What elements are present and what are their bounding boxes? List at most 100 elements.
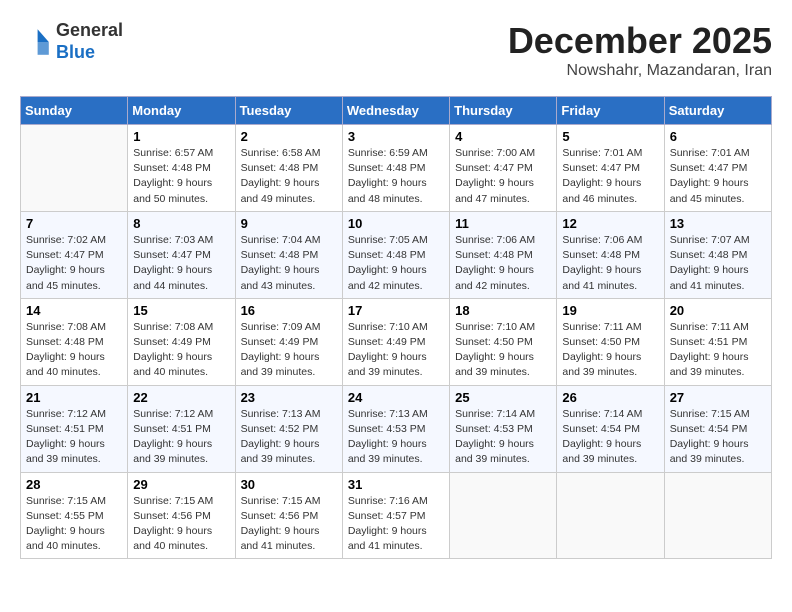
calendar-cell: 23 Sunrise: 7:13 AM Sunset: 4:52 PM Dayli… (235, 385, 342, 472)
day-number: 28 (26, 477, 122, 492)
day-number: 6 (670, 129, 766, 144)
day-info: Sunrise: 7:03 AM Sunset: 4:47 PM Dayligh… (133, 233, 229, 294)
day-number: 1 (133, 129, 229, 144)
day-number: 12 (562, 216, 658, 231)
calendar-cell: 31 Sunrise: 7:16 AM Sunset: 4:57 PM Dayli… (342, 472, 449, 559)
calendar-cell: 29 Sunrise: 7:15 AM Sunset: 4:56 PM Dayli… (128, 472, 235, 559)
calendar-table: SundayMondayTuesdayWednesdayThursdayFrid… (20, 96, 772, 559)
day-number: 31 (348, 477, 444, 492)
calendar-cell: 25 Sunrise: 7:14 AM Sunset: 4:53 PM Dayli… (450, 385, 557, 472)
location: Nowshahr, Mazandaran, Iran (508, 62, 772, 80)
header-day: Friday (557, 97, 664, 125)
day-info: Sunrise: 7:13 AM Sunset: 4:53 PM Dayligh… (348, 407, 444, 468)
day-number: 5 (562, 129, 658, 144)
day-info: Sunrise: 7:01 AM Sunset: 4:47 PM Dayligh… (562, 146, 658, 207)
calendar-body: 1 Sunrise: 6:57 AM Sunset: 4:48 PM Daylig… (21, 125, 772, 559)
logo-general: General (56, 20, 123, 42)
header-day: Thursday (450, 97, 557, 125)
day-number: 10 (348, 216, 444, 231)
logo: General Blue (20, 20, 123, 63)
day-info: Sunrise: 7:10 AM Sunset: 4:50 PM Dayligh… (455, 320, 551, 381)
day-number: 25 (455, 390, 551, 405)
day-number: 15 (133, 303, 229, 318)
calendar-cell (664, 472, 771, 559)
calendar-cell: 7 Sunrise: 7:02 AM Sunset: 4:47 PM Daylig… (21, 211, 128, 298)
day-info: Sunrise: 7:15 AM Sunset: 4:54 PM Dayligh… (670, 407, 766, 468)
day-number: 22 (133, 390, 229, 405)
day-info: Sunrise: 7:12 AM Sunset: 4:51 PM Dayligh… (133, 407, 229, 468)
header-row: SundayMondayTuesdayWednesdayThursdayFrid… (21, 97, 772, 125)
calendar-week-row: 14Sunrise: 7:08 AM Sunset: 4:48 PM Dayli… (21, 298, 772, 385)
day-number: 18 (455, 303, 551, 318)
day-number: 11 (455, 216, 551, 231)
day-number: 24 (348, 390, 444, 405)
calendar-week-row: 21 Sunrise: 7:12 AM Sunset: 4:51 PM Dayli… (21, 385, 772, 472)
day-number: 3 (348, 129, 444, 144)
day-info: Sunrise: 7:10 AM Sunset: 4:49 PM Dayligh… (348, 320, 444, 381)
calendar-week-row: 1 Sunrise: 6:57 AM Sunset: 4:48 PM Daylig… (21, 125, 772, 212)
calendar-cell: 15Sunrise: 7:08 AM Sunset: 4:49 PM Dayli… (128, 298, 235, 385)
calendar-cell: 6 Sunrise: 7:01 AM Sunset: 4:47 PM Daylig… (664, 125, 771, 212)
day-number: 17 (348, 303, 444, 318)
day-number: 27 (670, 390, 766, 405)
calendar-cell: 3Sunrise: 6:59 AM Sunset: 4:48 PM Daylig… (342, 125, 449, 212)
page-header: General Blue December 2025 Nowshahr, Maz… (20, 20, 772, 80)
day-info: Sunrise: 7:16 AM Sunset: 4:57 PM Dayligh… (348, 494, 444, 555)
day-info: Sunrise: 7:06 AM Sunset: 4:48 PM Dayligh… (455, 233, 551, 294)
calendar-cell: 20 Sunrise: 7:11 AM Sunset: 4:51 PM Dayli… (664, 298, 771, 385)
day-info: Sunrise: 7:12 AM Sunset: 4:51 PM Dayligh… (26, 407, 122, 468)
calendar-cell: 17 Sunrise: 7:10 AM Sunset: 4:49 PM Dayli… (342, 298, 449, 385)
calendar-cell: 13 Sunrise: 7:07 AM Sunset: 4:48 PM Dayli… (664, 211, 771, 298)
day-info: Sunrise: 7:04 AM Sunset: 4:48 PM Dayligh… (241, 233, 337, 294)
calendar-cell (450, 472, 557, 559)
day-number: 23 (241, 390, 337, 405)
month-year: December 2025 (508, 20, 772, 62)
day-info: Sunrise: 7:15 AM Sunset: 4:55 PM Dayligh… (26, 494, 122, 555)
day-number: 26 (562, 390, 658, 405)
calendar-week-row: 7 Sunrise: 7:02 AM Sunset: 4:47 PM Daylig… (21, 211, 772, 298)
day-number: 29 (133, 477, 229, 492)
header-day: Tuesday (235, 97, 342, 125)
day-info: Sunrise: 7:07 AM Sunset: 4:48 PM Dayligh… (670, 233, 766, 294)
day-info: Sunrise: 7:15 AM Sunset: 4:56 PM Dayligh… (241, 494, 337, 555)
day-info: Sunrise: 7:00 AM Sunset: 4:47 PM Dayligh… (455, 146, 551, 207)
day-info: Sunrise: 6:57 AM Sunset: 4:48 PM Dayligh… (133, 146, 229, 207)
calendar-cell: 27 Sunrise: 7:15 AM Sunset: 4:54 PM Dayli… (664, 385, 771, 472)
day-number: 9 (241, 216, 337, 231)
day-info: Sunrise: 7:05 AM Sunset: 4:48 PM Dayligh… (348, 233, 444, 294)
calendar-cell: 24 Sunrise: 7:13 AM Sunset: 4:53 PM Dayli… (342, 385, 449, 472)
header-day: Wednesday (342, 97, 449, 125)
day-number: 2 (241, 129, 337, 144)
calendar-cell: 10 Sunrise: 7:05 AM Sunset: 4:48 PM Dayli… (342, 211, 449, 298)
day-number: 13 (670, 216, 766, 231)
day-number: 21 (26, 390, 122, 405)
calendar-cell: 19 Sunrise: 7:11 AM Sunset: 4:50 PM Dayli… (557, 298, 664, 385)
header-day: Monday (128, 97, 235, 125)
calendar-week-row: 28 Sunrise: 7:15 AM Sunset: 4:55 PM Dayli… (21, 472, 772, 559)
calendar-cell (557, 472, 664, 559)
calendar-cell: 14Sunrise: 7:08 AM Sunset: 4:48 PM Dayli… (21, 298, 128, 385)
calendar-cell: 9 Sunrise: 7:04 AM Sunset: 4:48 PM Daylig… (235, 211, 342, 298)
logo-blue: Blue (56, 42, 123, 64)
day-info: Sunrise: 7:11 AM Sunset: 4:51 PM Dayligh… (670, 320, 766, 381)
day-info: Sunrise: 7:11 AM Sunset: 4:50 PM Dayligh… (562, 320, 658, 381)
day-number: 7 (26, 216, 122, 231)
calendar-cell: 26 Sunrise: 7:14 AM Sunset: 4:54 PM Dayli… (557, 385, 664, 472)
day-number: 20 (670, 303, 766, 318)
calendar-cell: 22 Sunrise: 7:12 AM Sunset: 4:51 PM Dayli… (128, 385, 235, 472)
title-block: December 2025 Nowshahr, Mazandaran, Iran (508, 20, 772, 80)
calendar-cell: 16Sunrise: 7:09 AM Sunset: 4:49 PM Dayli… (235, 298, 342, 385)
calendar-cell: 28 Sunrise: 7:15 AM Sunset: 4:55 PM Dayli… (21, 472, 128, 559)
calendar-cell: 1 Sunrise: 6:57 AM Sunset: 4:48 PM Daylig… (128, 125, 235, 212)
calendar-cell: 2Sunrise: 6:58 AM Sunset: 4:48 PM Daylig… (235, 125, 342, 212)
day-info: Sunrise: 7:15 AM Sunset: 4:56 PM Dayligh… (133, 494, 229, 555)
day-info: Sunrise: 7:14 AM Sunset: 4:54 PM Dayligh… (562, 407, 658, 468)
day-number: 19 (562, 303, 658, 318)
day-info: Sunrise: 7:02 AM Sunset: 4:47 PM Dayligh… (26, 233, 122, 294)
day-info: Sunrise: 7:01 AM Sunset: 4:47 PM Dayligh… (670, 146, 766, 207)
day-number: 8 (133, 216, 229, 231)
day-info: Sunrise: 7:09 AM Sunset: 4:49 PM Dayligh… (241, 320, 337, 381)
day-info: Sunrise: 7:14 AM Sunset: 4:53 PM Dayligh… (455, 407, 551, 468)
header-day: Sunday (21, 97, 128, 125)
day-info: Sunrise: 7:13 AM Sunset: 4:52 PM Dayligh… (241, 407, 337, 468)
